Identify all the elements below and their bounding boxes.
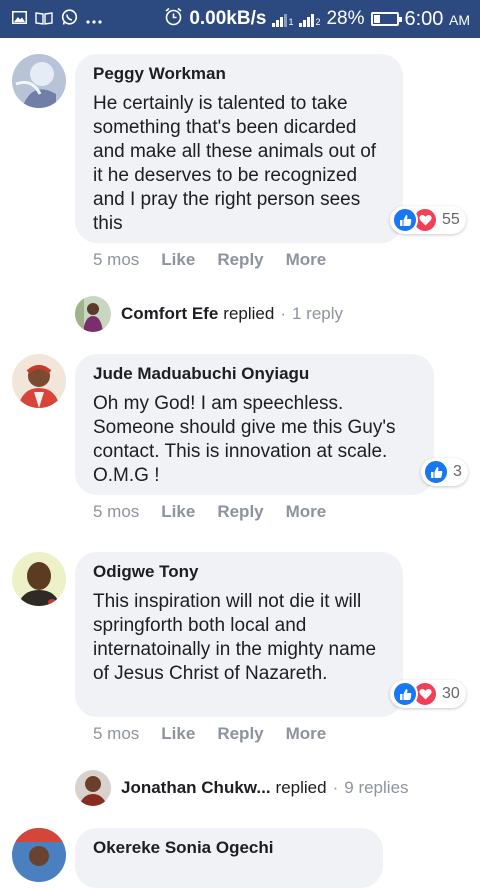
avatar[interactable] <box>12 354 66 408</box>
avatar[interactable] <box>12 552 66 606</box>
battery-percent: 28% <box>326 8 365 29</box>
comment-time: 5 mos <box>93 502 140 521</box>
clock: 6:00 AM <box>405 8 471 31</box>
signal-bars-icon <box>299 11 315 27</box>
separator-dot: · <box>280 304 286 323</box>
commenter-name[interactable]: Jude Maduabuchi Onyiagu <box>93 364 416 384</box>
signal-sim2: 2 <box>299 11 320 27</box>
reply-button[interactable]: Reply <box>217 502 263 522</box>
replied-label: replied <box>275 778 327 797</box>
comment-actions: 5 mos Like Reply More <box>93 250 326 270</box>
comment-bubble[interactable]: Peggy Workman He certainly is talented t… <box>75 54 403 243</box>
signal-bars-icon <box>272 11 288 27</box>
clock-time: 6:00 <box>404 7 444 30</box>
comment-bubble[interactable]: Okereke Sonia Ogechi <box>75 828 383 888</box>
like-reaction-icon <box>392 207 418 233</box>
comment-text: This inspiration will not die it will sp… <box>93 591 377 684</box>
replier-name[interactable]: Comfort Efe <box>121 304 218 324</box>
comment-text: He certainly is talented to take somethi… <box>93 93 377 234</box>
reply-button[interactable]: Reply <box>217 724 263 744</box>
more-button[interactable]: More <box>286 724 327 744</box>
comment-actions: 5 mos Like Reply More <box>93 502 326 522</box>
network-speed: 0.00kB/s <box>189 8 267 29</box>
like-button[interactable]: Like <box>161 502 195 522</box>
commenter-name[interactable]: Odigwe Tony <box>93 562 385 582</box>
like-button[interactable]: Like <box>161 724 195 744</box>
notification-icons <box>0 9 102 29</box>
like-button[interactable]: Like <box>161 250 195 270</box>
separator-dot: · <box>332 778 339 797</box>
comment-time: 5 mos <box>93 724 140 743</box>
reaction-count: 30 <box>442 685 460 702</box>
comment-text: Oh my God! I am speechless. Someone shou… <box>93 393 396 486</box>
comment-bubble[interactable]: Jude Maduabuchi Onyiagu Oh my God! I am … <box>75 354 434 495</box>
reading-mode-icon <box>35 11 53 28</box>
status-bar: 0.00kB/s 1 2 28% 6:00 AM <box>0 0 480 38</box>
reply-count[interactable]: 9 replies <box>344 778 408 798</box>
reaction-summary[interactable]: 3 <box>421 458 468 486</box>
replies-summary[interactable]: Jonathan Chukw... replied · 9 replies <box>75 770 409 806</box>
like-reaction-icon <box>392 681 418 707</box>
sim2-label: 2 <box>315 17 321 27</box>
more-button[interactable]: More <box>286 250 327 270</box>
reaction-summary[interactable]: 55 <box>390 206 466 234</box>
reply-button[interactable]: Reply <box>217 250 263 270</box>
replier-name[interactable]: Jonathan Chukw... <box>121 778 271 798</box>
signal-sim1: 1 <box>272 11 293 27</box>
comment-time: 5 mos <box>93 250 140 269</box>
commenter-name[interactable]: Peggy Workman <box>93 64 385 84</box>
reaction-summary[interactable]: 30 <box>390 680 466 708</box>
replies-summary[interactable]: Comfort Efe replied · 1 reply <box>75 296 343 332</box>
reply-avatar <box>75 296 111 332</box>
reaction-count: 3 <box>453 463 462 480</box>
comment-bubble[interactable]: Odigwe Tony This inspiration will not di… <box>75 552 403 717</box>
more-notifications-icon <box>86 12 102 27</box>
sim1-label: 1 <box>288 17 294 27</box>
reply-count[interactable]: 1 reply <box>292 304 343 324</box>
reaction-count: 55 <box>442 211 460 228</box>
commenter-name[interactable]: Okereke Sonia Ogechi <box>93 838 365 858</box>
like-reaction-icon <box>423 459 449 485</box>
avatar[interactable] <box>12 54 66 108</box>
clock-ampm: AM <box>449 11 470 28</box>
whatsapp-icon <box>61 9 78 29</box>
comment-actions: 5 mos Like Reply More <box>93 724 326 744</box>
reply-avatar <box>75 770 111 806</box>
alarm-icon <box>164 7 183 32</box>
battery-icon <box>370 12 402 26</box>
avatar[interactable] <box>12 828 66 882</box>
more-button[interactable]: More <box>286 502 327 522</box>
system-status: 0.00kB/s 1 2 28% 6:00 AM <box>164 7 480 32</box>
replied-label: replied <box>223 304 275 323</box>
gallery-icon <box>12 11 27 27</box>
